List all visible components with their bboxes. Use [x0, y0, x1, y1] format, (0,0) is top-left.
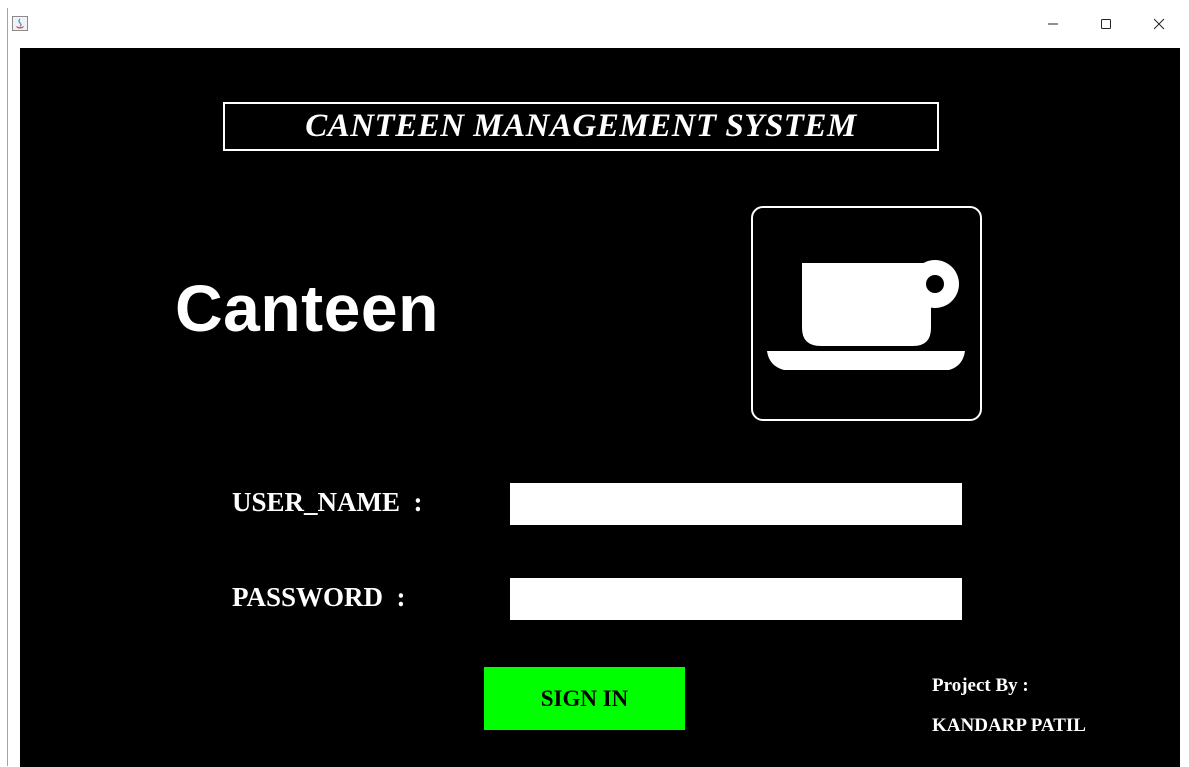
title-bar[interactable]	[8, 8, 1189, 40]
maximize-icon	[1101, 19, 1111, 29]
login-panel: CANTEEN MANAGEMENT SYSTEM Canteen USER_N…	[20, 48, 1180, 767]
minimize-button[interactable]	[1030, 8, 1076, 40]
password-label: PASSWORD :	[232, 582, 406, 612]
minimize-icon	[1048, 23, 1058, 25]
close-icon	[1153, 18, 1165, 30]
username-input[interactable]	[510, 483, 962, 525]
author-name: KANDARP PATIL	[932, 715, 1086, 736]
username-label: USER_NAME :	[232, 487, 423, 517]
app-title: CANTEEN MANAGEMENT SYSTEM	[223, 102, 939, 151]
project-by-label: Project By :	[932, 675, 1029, 696]
java-icon[interactable]	[12, 16, 28, 31]
canteen-logo-text: Canteen	[175, 271, 439, 345]
coffee-cup-icon	[751, 206, 982, 421]
sign-in-button[interactable]: SIGN IN	[484, 667, 685, 730]
close-button[interactable]	[1136, 8, 1182, 40]
password-input[interactable]	[510, 578, 962, 620]
maximize-button[interactable]	[1083, 8, 1129, 40]
